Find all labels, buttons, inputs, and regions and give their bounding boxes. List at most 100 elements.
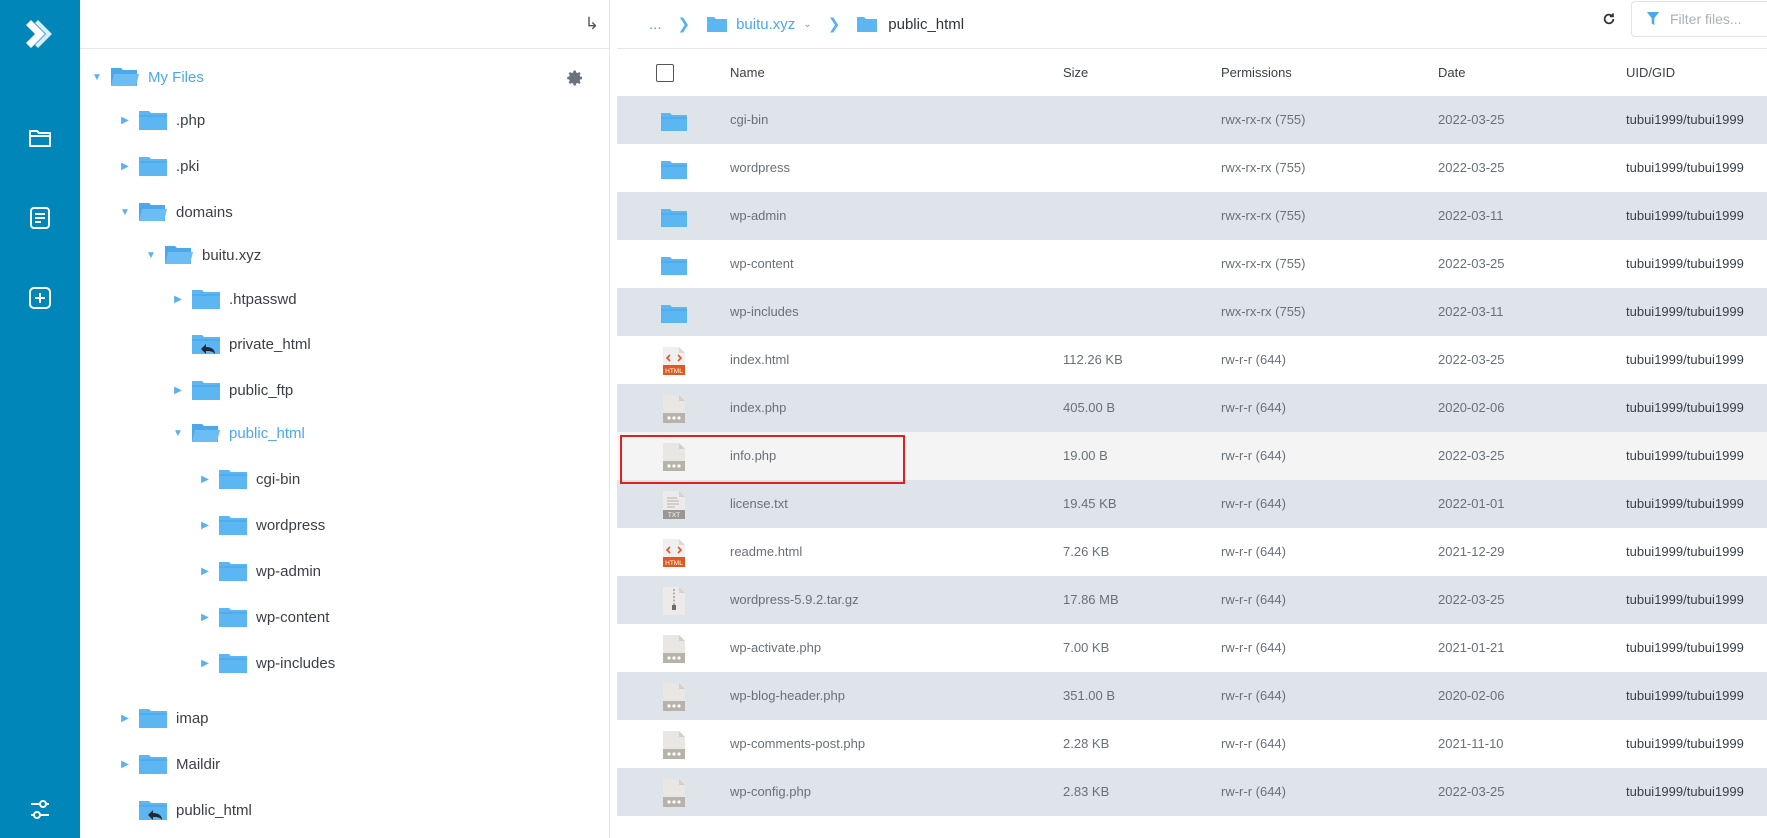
tree-item[interactable]: ▶ .htpasswd bbox=[173, 282, 297, 316]
caret-down-icon[interactable]: ▼ bbox=[92, 71, 102, 83]
filter-input[interactable] bbox=[1670, 11, 1767, 27]
folder-icon[interactable] bbox=[22, 120, 58, 156]
tree-item-label: .php bbox=[176, 111, 206, 129]
file-permissions: rw-r-r (644) bbox=[1221, 640, 1286, 655]
tree-item[interactable]: ▶ wp-includes bbox=[200, 646, 335, 680]
file-name[interactable]: readme.html bbox=[730, 544, 802, 559]
html-file-icon: HTML bbox=[663, 539, 685, 567]
file-name[interactable]: wp-comments-post.php bbox=[730, 736, 865, 751]
file-name[interactable]: wordpress bbox=[730, 160, 790, 175]
tree-item[interactable]: ▶ public_ftp bbox=[173, 373, 293, 407]
file-name[interactable]: cgi-bin bbox=[730, 112, 768, 127]
refresh-icon[interactable] bbox=[1598, 8, 1620, 30]
file-size: 405.00 B bbox=[1063, 400, 1116, 415]
table-row[interactable]: info.php 19.00 B rw-r-r (644) 2022-03-25 tub… bbox=[617, 432, 1767, 480]
tree-item[interactable]: ▶ Maildir bbox=[120, 747, 220, 781]
caret-right-icon[interactable]: ▶ bbox=[200, 657, 210, 669]
column-header-permissions[interactable]: Permissions bbox=[1221, 65, 1292, 80]
tree-item[interactable]: ▼ buitu.xyz bbox=[146, 238, 261, 272]
file-date: 2020-02-06 bbox=[1438, 400, 1505, 415]
tree-item[interactable]: ▶ .php bbox=[120, 103, 205, 137]
tree-item[interactable]: ▶ cgi-bin bbox=[200, 462, 300, 496]
tree-item-label: wp-includes bbox=[256, 654, 336, 672]
folder-icon bbox=[661, 257, 687, 275]
select-all-checkbox[interactable] bbox=[656, 64, 674, 82]
file-name[interactable]: info.php bbox=[730, 448, 776, 463]
caret-right-icon[interactable]: ▶ bbox=[120, 758, 130, 770]
file-name[interactable]: wp-config.php bbox=[730, 784, 811, 799]
table-row[interactable]: wp-admin rwx-rx-rx (755) 2022-03-11 tubui19… bbox=[617, 192, 1767, 240]
file-date: 2022-03-11 bbox=[1438, 304, 1504, 319]
breadcrumb-ellipsis[interactable]: ... bbox=[649, 16, 662, 33]
folder-icon bbox=[139, 709, 167, 728]
folder-icon bbox=[192, 290, 220, 309]
table-row[interactable]: TXT license.txt 19.45 KB rw-r-r (644) 2022-0… bbox=[617, 480, 1767, 528]
table-row[interactable]: index.php 405.00 B rw-r-r (644) 2020-02-06 t… bbox=[617, 384, 1767, 432]
breadcrumb-current[interactable]: public_html bbox=[856, 15, 964, 33]
document-icon[interactable] bbox=[22, 200, 58, 236]
tree-item[interactable]: ▶ wordpress bbox=[200, 508, 325, 542]
caret-right-icon[interactable]: ▶ bbox=[120, 712, 130, 724]
column-header-size[interactable]: Size bbox=[1063, 65, 1088, 80]
add-icon[interactable] bbox=[22, 280, 58, 316]
tree-item[interactable]: ▶ wp-admin bbox=[200, 554, 321, 588]
tree-item-label: .htpasswd bbox=[229, 290, 297, 308]
folder-link-icon bbox=[139, 801, 167, 820]
table-row[interactable]: wp-content rwx-rx-rx (755) 2022-03-25 tubui… bbox=[617, 240, 1767, 288]
column-header-name[interactable]: Name bbox=[730, 65, 765, 80]
caret-down-icon[interactable]: ▼ bbox=[120, 206, 130, 218]
file-name[interactable]: index.php bbox=[730, 400, 786, 415]
tree-item-label: public_html bbox=[229, 424, 305, 442]
file-name[interactable]: index.html bbox=[730, 352, 789, 367]
caret-right-icon[interactable]: ▶ bbox=[120, 160, 130, 172]
gear-icon[interactable] bbox=[565, 68, 585, 88]
table-row[interactable]: wp-activate.php 7.00 KB rw-r-r (644) 2021-0… bbox=[617, 624, 1767, 672]
tree-item[interactable]: ▶ imap bbox=[120, 701, 209, 735]
table-row[interactable]: wp-blog-header.php 351.00 B rw-r-r (644) 20… bbox=[617, 672, 1767, 720]
file-date: 2022-03-25 bbox=[1438, 592, 1505, 607]
table-row[interactable]: wp-comments-post.php 2.28 KB rw-r-r (644) 2… bbox=[617, 720, 1767, 768]
file-name[interactable]: wp-content bbox=[730, 256, 794, 271]
file-size: 17.86 MB bbox=[1063, 592, 1119, 607]
tree-item[interactable]: ▼ public_html bbox=[173, 416, 305, 450]
column-header-uid-gid[interactable]: UID/GID bbox=[1626, 65, 1675, 80]
table-row[interactable]: wordpress-5.9.2.tar.gz 17.86 MB rw-r-r (64… bbox=[617, 576, 1767, 624]
table-row[interactable]: HTML readme.html 7.26 KB rw-r-r (644) 2021-1… bbox=[617, 528, 1767, 576]
file-uid-gid: tubui1999/tubui1999 bbox=[1626, 400, 1744, 415]
chevron-down-icon[interactable]: ⌄ bbox=[803, 19, 811, 30]
caret-right-icon[interactable]: ▶ bbox=[173, 293, 183, 305]
table-row[interactable]: wordpress rwx-rx-rx (755) 2022-03-25 tubui1… bbox=[617, 144, 1767, 192]
tree-item-label: .pki bbox=[176, 157, 200, 175]
caret-right-icon[interactable]: ▶ bbox=[120, 114, 130, 126]
settings-sliders-icon[interactable] bbox=[22, 792, 58, 828]
table-row[interactable]: wp-includes rwx-rx-rx (755) 2022-03-11 tubu… bbox=[617, 288, 1767, 336]
table-row[interactable]: HTML index.html 112.26 KB rw-r-r (644) 2022-… bbox=[617, 336, 1767, 384]
file-name[interactable]: wp-includes bbox=[730, 304, 799, 319]
table-row[interactable]: cgi-bin rwx-rx-rx (755) 2022-03-25 tubui199… bbox=[617, 96, 1767, 144]
file-name[interactable]: wp-blog-header.php bbox=[730, 688, 845, 703]
tree-item[interactable]: ▶ wp-content bbox=[200, 600, 329, 634]
breadcrumb-parent[interactable]: buitu.xyz ⌄ bbox=[706, 15, 812, 33]
caret-right-icon[interactable]: ▶ bbox=[200, 519, 210, 531]
collapse-panel-icon[interactable]: ↳ bbox=[585, 14, 599, 34]
file-name[interactable]: wordpress-5.9.2.tar.gz bbox=[730, 592, 859, 607]
table-row[interactable]: wp-config.php 2.83 KB rw-r-r (644) 2022-03-… bbox=[617, 768, 1767, 816]
tree-item[interactable]: ▶private_html bbox=[173, 327, 311, 361]
tree-item[interactable]: ▶ .pki bbox=[120, 149, 199, 183]
file-name[interactable]: wp-activate.php bbox=[730, 640, 821, 655]
logo-icon[interactable] bbox=[22, 16, 58, 52]
caret-down-icon[interactable]: ▼ bbox=[146, 249, 156, 261]
tree-item[interactable]: ▼ domains bbox=[120, 195, 233, 229]
caret-down-icon[interactable]: ▼ bbox=[173, 427, 183, 439]
caret-right-icon[interactable]: ▶ bbox=[200, 565, 210, 577]
tree-item[interactable]: ▶public_html bbox=[120, 793, 252, 827]
caret-right-icon[interactable]: ▶ bbox=[200, 611, 210, 623]
file-name[interactable]: license.txt bbox=[730, 496, 788, 511]
column-header-date[interactable]: Date bbox=[1438, 65, 1465, 80]
caret-right-icon[interactable]: ▶ bbox=[173, 384, 183, 396]
file-name[interactable]: wp-admin bbox=[730, 208, 786, 223]
caret-right-icon[interactable]: ▶ bbox=[200, 473, 210, 485]
file-date: 2021-01-21 bbox=[1438, 640, 1505, 655]
chevron-right-icon: ❯ bbox=[827, 16, 841, 33]
tree-root-my-files[interactable]: ▼ My Files bbox=[92, 60, 204, 94]
